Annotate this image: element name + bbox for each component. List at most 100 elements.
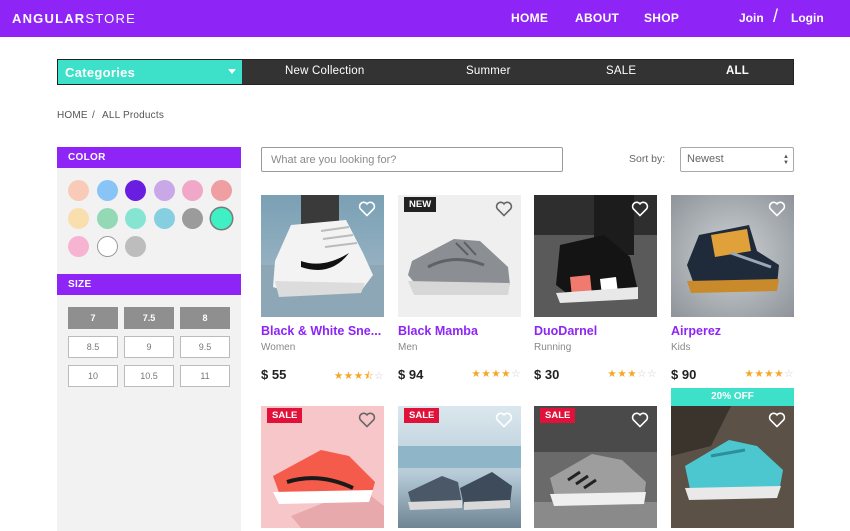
color-swatch[interactable] <box>182 180 203 201</box>
category-bar: Categories New Collection Summer SALE AL… <box>57 59 794 85</box>
star-rating: ★★★★☆ <box>471 368 521 380</box>
breadcrumb-current: ALL Products <box>102 110 165 121</box>
star-full-icon: ★ <box>481 368 492 380</box>
size-option[interactable]: 10.5 <box>124 365 174 387</box>
product-category: Running <box>534 342 572 353</box>
star-full-icon: ★ <box>353 370 364 382</box>
star-empty-icon: ☆ <box>511 368 521 380</box>
nav-shop[interactable]: SHOP <box>644 11 679 25</box>
star-full-icon: ★ <box>491 368 502 380</box>
star-rating: ★★★★☆ <box>744 368 794 380</box>
new-badge: NEW <box>404 197 437 212</box>
color-swatch[interactable] <box>68 208 89 229</box>
size-option[interactable]: 7 <box>68 307 118 329</box>
size-option[interactable]: 7.5 <box>124 307 174 329</box>
breadcrumb-separator: / <box>92 110 95 121</box>
sale-badge: SALE <box>404 408 440 423</box>
product-name[interactable]: Airperez <box>671 324 794 338</box>
top-navbar: ANGULARSTORE HOME ABOUT SHOP Join / Logi… <box>0 0 850 37</box>
product-price: $ 94 <box>398 367 424 382</box>
heart-icon[interactable] <box>631 201 649 217</box>
auth-separator: / <box>773 6 779 26</box>
star-full-icon: ★ <box>501 368 512 380</box>
color-swatch[interactable] <box>96 208 118 229</box>
sale-badge: SALE <box>540 408 576 423</box>
star-full-icon: ★ <box>617 368 628 380</box>
size-option[interactable]: 11 <box>180 365 230 387</box>
join-link[interactable]: Join <box>739 11 764 25</box>
logo[interactable]: ANGULARSTORE <box>12 11 136 26</box>
color-filter-title: COLOR <box>57 147 241 168</box>
heart-icon[interactable] <box>495 412 513 428</box>
tab-sale[interactable]: SALE <box>606 65 636 77</box>
sort-selected-value: Newest <box>687 153 724 165</box>
size-filter-title: SIZE <box>57 274 241 295</box>
star-full-icon: ★ <box>754 368 765 380</box>
nav-home[interactable]: HOME <box>511 11 548 25</box>
star-full-icon: ★ <box>764 368 775 380</box>
heart-icon[interactable] <box>768 412 786 428</box>
color-swatch[interactable] <box>125 236 146 257</box>
sort-label: Sort by: <box>629 153 666 165</box>
color-swatch[interactable] <box>96 180 118 201</box>
color-swatch[interactable] <box>68 236 89 257</box>
product-price: $ 55 <box>261 367 287 382</box>
heart-icon[interactable] <box>495 201 513 217</box>
star-half-icon: ⯪ <box>363 370 375 382</box>
product-price: $ 90 <box>671 367 697 382</box>
star-empty-icon: ☆ <box>637 368 648 380</box>
star-rating: ★★★☆☆ <box>607 368 657 380</box>
star-full-icon: ★ <box>471 368 482 380</box>
star-full-icon: ★ <box>343 370 354 382</box>
star-empty-icon: ☆ <box>647 368 657 380</box>
logo-text-light: STORE <box>85 11 136 26</box>
product-name[interactable]: Black & White Sne... <box>261 324 384 338</box>
product-price: $ 30 <box>534 367 560 382</box>
tab-summer[interactable]: Summer <box>466 65 511 77</box>
product-category: Men <box>398 342 418 353</box>
star-empty-icon: ☆ <box>784 368 794 380</box>
star-full-icon: ★ <box>607 368 618 380</box>
size-option[interactable]: 10 <box>68 365 118 387</box>
categories-label: Categories <box>65 65 136 80</box>
select-arrows-icon: ▲ ▼ <box>783 154 789 166</box>
categories-dropdown[interactable]: Categories <box>58 60 242 84</box>
breadcrumb-home[interactable]: HOME <box>57 110 88 121</box>
discount-badge: 20% OFF <box>671 388 794 406</box>
logo-text-bold: ANGULAR <box>12 11 86 26</box>
star-rating: ★★★⯪☆ <box>334 368 384 386</box>
size-option[interactable]: 8 <box>180 307 230 329</box>
search-input[interactable] <box>261 147 563 172</box>
heart-icon[interactable] <box>358 412 376 428</box>
star-full-icon: ★ <box>333 370 344 382</box>
color-swatch[interactable] <box>153 180 175 201</box>
star-full-icon: ★ <box>744 368 755 380</box>
product-name[interactable]: Black Mamba <box>398 324 521 338</box>
heart-icon[interactable] <box>631 412 649 428</box>
sale-badge: SALE <box>267 408 303 423</box>
product-category: Women <box>261 342 296 353</box>
color-swatch[interactable] <box>125 208 146 229</box>
tab-all[interactable]: ALL <box>726 65 749 77</box>
color-swatch[interactable] <box>210 208 232 229</box>
color-swatch[interactable] <box>125 180 146 201</box>
color-swatch[interactable] <box>96 236 118 257</box>
heart-icon[interactable] <box>358 201 376 217</box>
sort-select[interactable]: Newest ▲ ▼ <box>680 147 794 172</box>
nav-about[interactable]: ABOUT <box>575 11 619 25</box>
tab-new-collection[interactable]: New Collection <box>285 65 365 77</box>
color-swatch[interactable] <box>182 208 203 229</box>
product-name[interactable]: DuoDarnel <box>534 324 657 338</box>
login-link[interactable]: Login <box>791 11 824 25</box>
color-swatch[interactable] <box>68 180 89 201</box>
star-full-icon: ★ <box>627 368 638 380</box>
size-option[interactable]: 9.5 <box>180 336 230 358</box>
star-empty-icon: ☆ <box>374 370 384 382</box>
caret-down-icon <box>228 69 236 74</box>
product-category: Kids <box>671 342 691 353</box>
heart-icon[interactable] <box>768 201 786 217</box>
color-swatch[interactable] <box>153 208 175 229</box>
size-option[interactable]: 9 <box>124 336 174 358</box>
color-swatch[interactable] <box>210 180 232 201</box>
size-option[interactable]: 8.5 <box>68 336 118 358</box>
